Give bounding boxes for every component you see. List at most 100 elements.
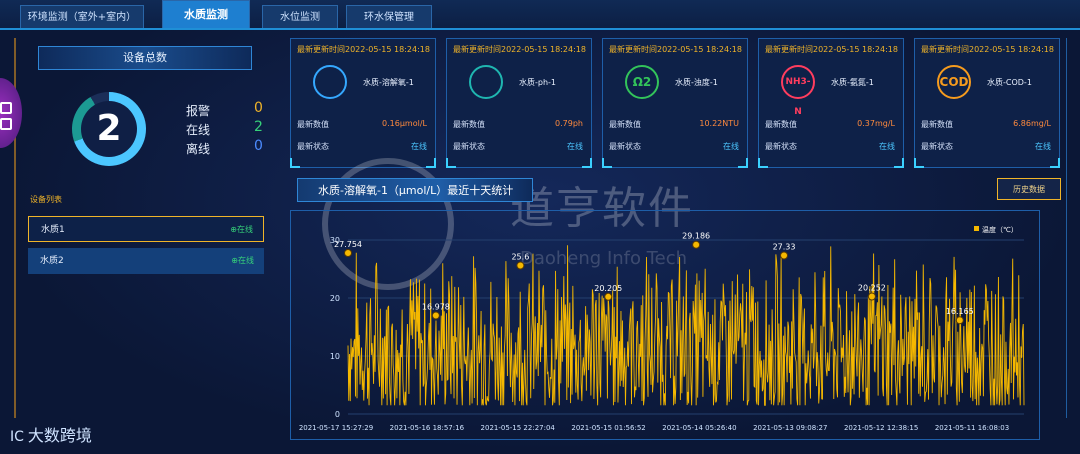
sensor-value: 10.22NTU: [699, 119, 739, 128]
online-value: 2: [254, 119, 263, 135]
offline-label: 离线: [186, 142, 211, 156]
ammonia-icon: NH3-N: [781, 65, 815, 117]
device-name: 水质2: [40, 256, 64, 266]
value-label: 最新数值: [765, 120, 797, 129]
device-total-value: 2: [81, 101, 137, 157]
annotation-point: [867, 292, 876, 301]
y-tick-label: 0: [335, 410, 340, 419]
legend-swatch: [974, 226, 979, 231]
annotation-label: 25.6: [511, 253, 529, 262]
update-time: 最新更新时间2022-05-15 18:24:18: [921, 45, 1054, 54]
series-line: [347, 245, 1025, 406]
sensor-value: 0.79ph: [555, 119, 583, 128]
top-tab-bar: 环境监测（室外+室内） 水质监测 水位监测 环水保管理: [0, 0, 1080, 30]
x-tick-label: 2021-05-16 18:57:16: [390, 424, 465, 432]
x-tick-label: 2021-05-15 01:56:52: [571, 424, 645, 432]
device-total-donut: 2: [72, 92, 146, 166]
update-time: 最新更新时间2022-05-15 18:24:18: [297, 45, 430, 54]
update-time: 最新更新时间2022-05-15 18:24:18: [765, 45, 898, 54]
annotation-point: [692, 240, 701, 249]
water-quality-chart: 01020302021-05-17 15:27:29 2021-05-16 18:…: [299, 225, 1025, 432]
x-tick-label: 2021-05-17 15:27:29: [299, 424, 373, 432]
water-drop-icon: [313, 65, 347, 99]
sensor-name: 水质-溶解氧-1: [363, 78, 414, 87]
tab-environmental-protection[interactable]: 环水保管理: [346, 5, 432, 28]
annotation-label: 16.978: [422, 303, 450, 312]
sensor-card[interactable]: 最新更新时间2022-05-15 18:24:18 Ω2 水质-浊度-1 最新数值 10…: [602, 38, 748, 168]
online-label: 在线: [186, 123, 211, 137]
ph-icon: [469, 65, 503, 99]
chart-title: 水质-溶解氧-1（μmol/L）最近十天统计: [297, 178, 533, 202]
status-label: 最新状态: [765, 142, 797, 151]
x-tick-label: 2021-05-12 12:38:15: [844, 424, 918, 432]
tab-environment[interactable]: 环境监测（室外+室内）: [20, 5, 144, 28]
corner-decoration: [290, 158, 300, 168]
brand-logo: ⅠⅭ 大数跨境: [10, 422, 92, 446]
sensor-card[interactable]: 最新更新时间2022-05-15 18:24:18 COD 水质-COD-1 最新数值…: [914, 38, 1060, 168]
annotation-label: 16.165: [946, 307, 974, 316]
status-label: 最新状态: [609, 142, 641, 151]
sensor-status: 在线: [411, 142, 427, 151]
cod-icon: COD: [937, 65, 971, 99]
x-tick-label: 2021-05-15 22:27:04: [481, 424, 556, 432]
sensor-status: 在线: [567, 142, 583, 151]
x-tick-label: 2021-05-13 09:08:27: [753, 424, 827, 432]
value-label: 最新数值: [453, 120, 485, 129]
turbidity-icon: Ω2: [625, 65, 659, 99]
device-list-item[interactable]: 水质2 ⊕在线: [28, 248, 264, 274]
annotation-label: 27.33: [773, 242, 796, 251]
annotation-point: [344, 249, 352, 258]
tab-water-level[interactable]: 水位监测: [262, 5, 338, 28]
sensor-status: 在线: [1035, 142, 1051, 151]
corner-decoration: [894, 158, 904, 168]
annotation-point: [780, 251, 789, 260]
annotation-label: 29.186: [682, 232, 710, 241]
x-tick-label: 2021-05-14 05:26:40: [662, 424, 736, 432]
sensor-value: 0.37mg/L: [857, 119, 895, 128]
value-label: 最新数值: [921, 120, 953, 129]
annotation-point: [955, 316, 964, 325]
device-summary-panel: 设备总数 2 报警 0 在线 2 离线 0 设备列表 水质1 ⊕在线 水质2 ⊕…: [18, 40, 270, 440]
corner-decoration: [1050, 158, 1060, 168]
alarm-value: 0: [254, 100, 263, 116]
y-tick-label: 20: [330, 294, 340, 303]
annotation-label: 20.205: [594, 284, 622, 293]
sensor-card[interactable]: 最新更新时间2022-05-15 18:24:18 NH3-N 水质-氨氮-1 最新数…: [758, 38, 904, 168]
status-label: 最新状态: [297, 142, 329, 151]
sensor-status: 在线: [723, 142, 739, 151]
sensor-card[interactable]: 最新更新时间2022-05-15 18:24:18 水质-溶解氧-1 最新数值 0.1…: [290, 38, 436, 168]
brand-logo-icon: ⅠⅭ: [10, 429, 24, 445]
legend-label: 温度（℃）: [982, 225, 1018, 234]
update-time: 最新更新时间2022-05-15 18:24:18: [453, 45, 586, 54]
x-tick-label: 2021-05-11 16:08:03: [935, 424, 1009, 432]
value-label: 最新数值: [297, 120, 329, 129]
device-list-title: 设备列表: [30, 195, 62, 204]
sensor-name: 水质-COD-1: [987, 78, 1032, 87]
tab-water-quality[interactable]: 水质监测: [162, 0, 250, 28]
y-tick-label: 10: [330, 352, 340, 361]
device-total-title: 设备总数: [38, 46, 252, 70]
device-status: ⊕在线: [230, 225, 253, 234]
sensor-name: 水质-氨氮-1: [831, 78, 874, 87]
sensor-card[interactable]: 最新更新时间2022-05-15 18:24:18 水质-ph-1 最新数值 0.79…: [446, 38, 592, 168]
alarm-label: 报警: [186, 104, 211, 118]
sensor-status: 在线: [879, 142, 895, 151]
annotation-point: [604, 292, 613, 301]
annotation-label: 27.754: [334, 240, 362, 249]
history-data-button[interactable]: 历史数据: [997, 178, 1061, 200]
brand-text: 大数跨境: [27, 426, 92, 445]
device-name: 水质1: [41, 225, 65, 235]
corner-decoration: [914, 158, 924, 168]
offline-value: 0: [254, 138, 263, 154]
sensor-name: 水质-ph-1: [519, 78, 557, 87]
annotation-label: 20.252: [858, 284, 886, 293]
right-frame: [1066, 38, 1079, 418]
sensor-value: 0.16μmol/L: [382, 119, 427, 128]
update-time: 最新更新时间2022-05-15 18:24:18: [609, 45, 742, 54]
annotation-point: [516, 261, 525, 270]
status-label: 最新状态: [453, 142, 485, 151]
device-status: ⊕在线: [231, 256, 254, 265]
device-list-item[interactable]: 水质1 ⊕在线: [28, 216, 264, 242]
sensor-name: 水质-浊度-1: [675, 78, 718, 87]
status-label: 最新状态: [921, 142, 953, 151]
